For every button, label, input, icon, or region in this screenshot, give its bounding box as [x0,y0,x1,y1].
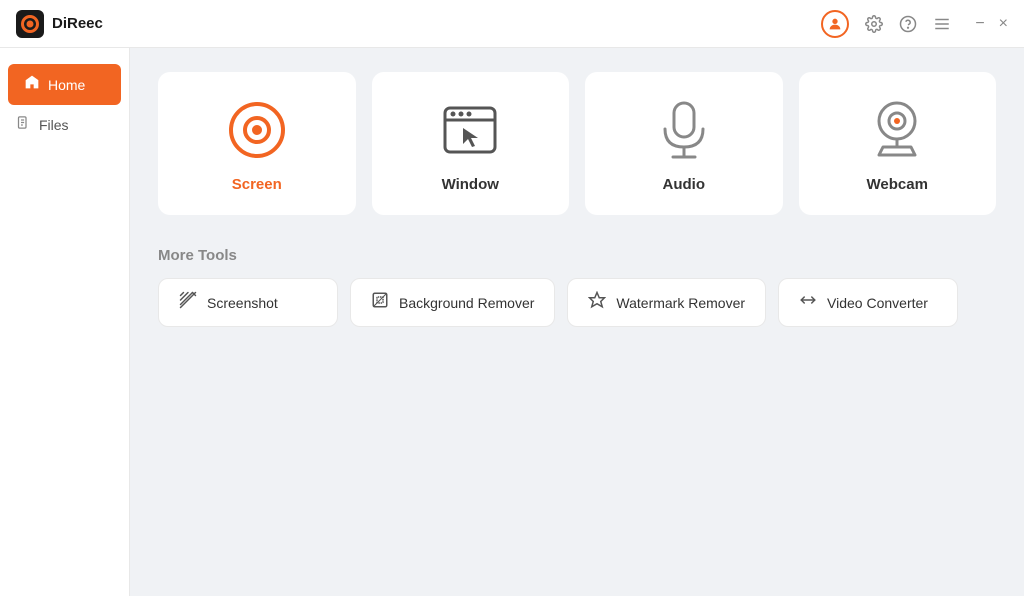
watermark-remover-icon [588,291,606,314]
video-converter-label: Video Converter [827,295,928,311]
title-bar-right: − × [821,10,1008,38]
home-icon [24,74,40,95]
window-controls: − × [975,15,1008,33]
content-area: Screen Window [130,48,1024,596]
sidebar-files-label: Files [39,117,69,133]
tool-watermark-remover[interactable]: Watermark Remover [567,278,766,327]
minimize-button[interactable]: − [975,15,984,33]
screen-card-label: Screen [232,176,282,193]
screenshot-icon [179,291,197,314]
tools-grid: Screenshot Background Remover [158,278,996,327]
app-name: DiReec [52,15,103,32]
menu-icon[interactable] [933,15,951,33]
webcam-card-icon [865,98,929,162]
profile-icon[interactable] [821,10,849,38]
background-remover-icon [371,291,389,314]
background-remover-label: Background Remover [399,295,534,311]
sidebar-item-home[interactable]: Home [8,64,121,105]
video-converter-icon [799,291,817,314]
window-card-label: Window [442,176,499,193]
sidebar: Home Files [0,48,130,596]
close-button[interactable]: × [999,15,1008,33]
app-logo [16,10,44,38]
watermark-remover-label: Watermark Remover [616,295,745,311]
tool-screenshot[interactable]: Screenshot [158,278,338,327]
screenshot-label: Screenshot [207,295,278,311]
title-bar-left: DiReec [16,10,103,38]
mode-card-webcam[interactable]: Webcam [799,72,997,215]
mode-card-window[interactable]: Window [372,72,570,215]
more-tools-section: More Tools Screenshot [158,247,996,327]
settings-icon[interactable] [865,15,883,33]
help-icon[interactable] [899,15,917,33]
audio-card-label: Audio [663,176,706,193]
audio-card-icon [652,98,716,162]
title-bar: DiReec [0,0,1024,48]
screen-card-icon [225,98,289,162]
sidebar-home-label: Home [48,77,85,93]
main-layout: Home Files [0,48,1024,596]
mode-cards: Screen Window [158,72,996,215]
mode-card-screen[interactable]: Screen [158,72,356,215]
tool-video-converter[interactable]: Video Converter [778,278,958,327]
tool-background-remover[interactable]: Background Remover [350,278,555,327]
app-logo-icon [21,15,39,33]
webcam-card-label: Webcam [867,176,928,193]
files-icon [16,115,31,135]
more-tools-title: More Tools [158,247,996,264]
sidebar-item-files[interactable]: Files [0,105,129,145]
mode-card-audio[interactable]: Audio [585,72,783,215]
window-card-icon [438,98,502,162]
